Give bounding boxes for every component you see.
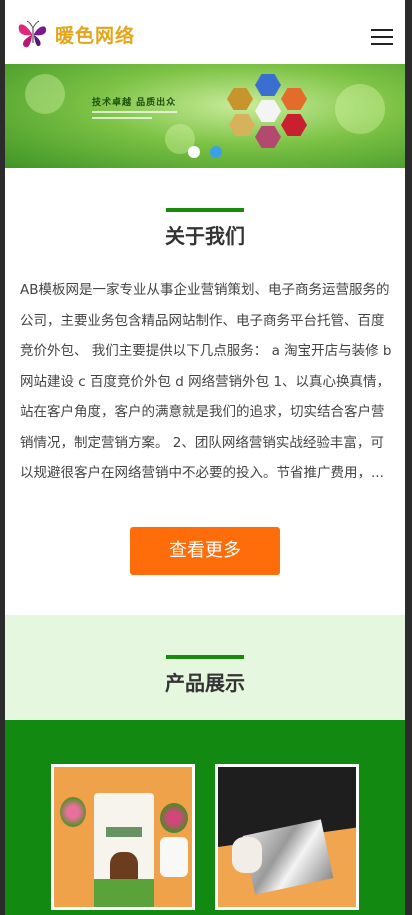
site-logo[interactable]: 暖色网络 [15,16,135,52]
product-image-2 [218,767,356,907]
product-thumb-hex [281,114,307,136]
menu-line [371,43,393,45]
hamburger-menu-icon[interactable] [371,29,393,45]
about-description: AB模板网是一家专业从事企业营销策划、电子商务运营服务的公司，主要业务包含精品网… [20,282,392,481]
decor-flowers-right [160,803,188,833]
banner-bokeh [25,74,65,114]
products-section-header: 产品展示 [5,615,405,720]
page: 暖色网络 技术卓越 品质出众 关于我们 AB模板网是一家专业从事企业营销策划、电… [5,0,405,915]
product-image-1 [54,767,192,907]
product-pouch-label [106,827,142,837]
banner-pagination [188,146,222,158]
banner-slogan: 技术卓越 品质出众 [92,98,177,108]
product-pouch-figure [110,852,138,882]
product-thumb-hex [255,74,281,96]
product-hand [232,837,262,873]
products-title: 产品展示 [165,671,245,695]
banner-subtext-decoration [92,111,177,125]
banner-bokeh [335,84,385,134]
brand-name: 暖色网络 [55,24,136,47]
products-grid [5,720,405,915]
title-accent-bar [166,208,244,212]
product-thumb-hex [229,114,255,136]
product-thumb-hex [255,126,281,148]
menu-line [371,36,393,38]
product-card-1[interactable] [51,764,195,910]
about-title: 关于我们 [165,224,245,248]
decor-vase [160,837,188,877]
site-header: 暖色网络 [5,0,405,64]
decor-flowers-left [60,797,86,827]
product-thumb-hex [281,88,307,110]
title-accent-bar [166,655,244,659]
product-thumb-hex [227,88,253,110]
product-card-2[interactable] [215,764,359,910]
product-thumb-hex [255,100,281,122]
view-more-button[interactable]: 查看更多 [130,527,280,575]
about-section: 关于我们 AB模板网是一家专业从事企业营销策划、电子商务运营服务的公司，主要业务… [5,168,405,615]
banner-dot-1[interactable] [188,146,200,158]
product-pouch-grass [94,879,154,907]
banner-product-hexagons [225,74,315,164]
menu-line [371,29,393,31]
butterfly-logo-icon [18,20,47,48]
banner-dot-2[interactable] [210,146,222,158]
